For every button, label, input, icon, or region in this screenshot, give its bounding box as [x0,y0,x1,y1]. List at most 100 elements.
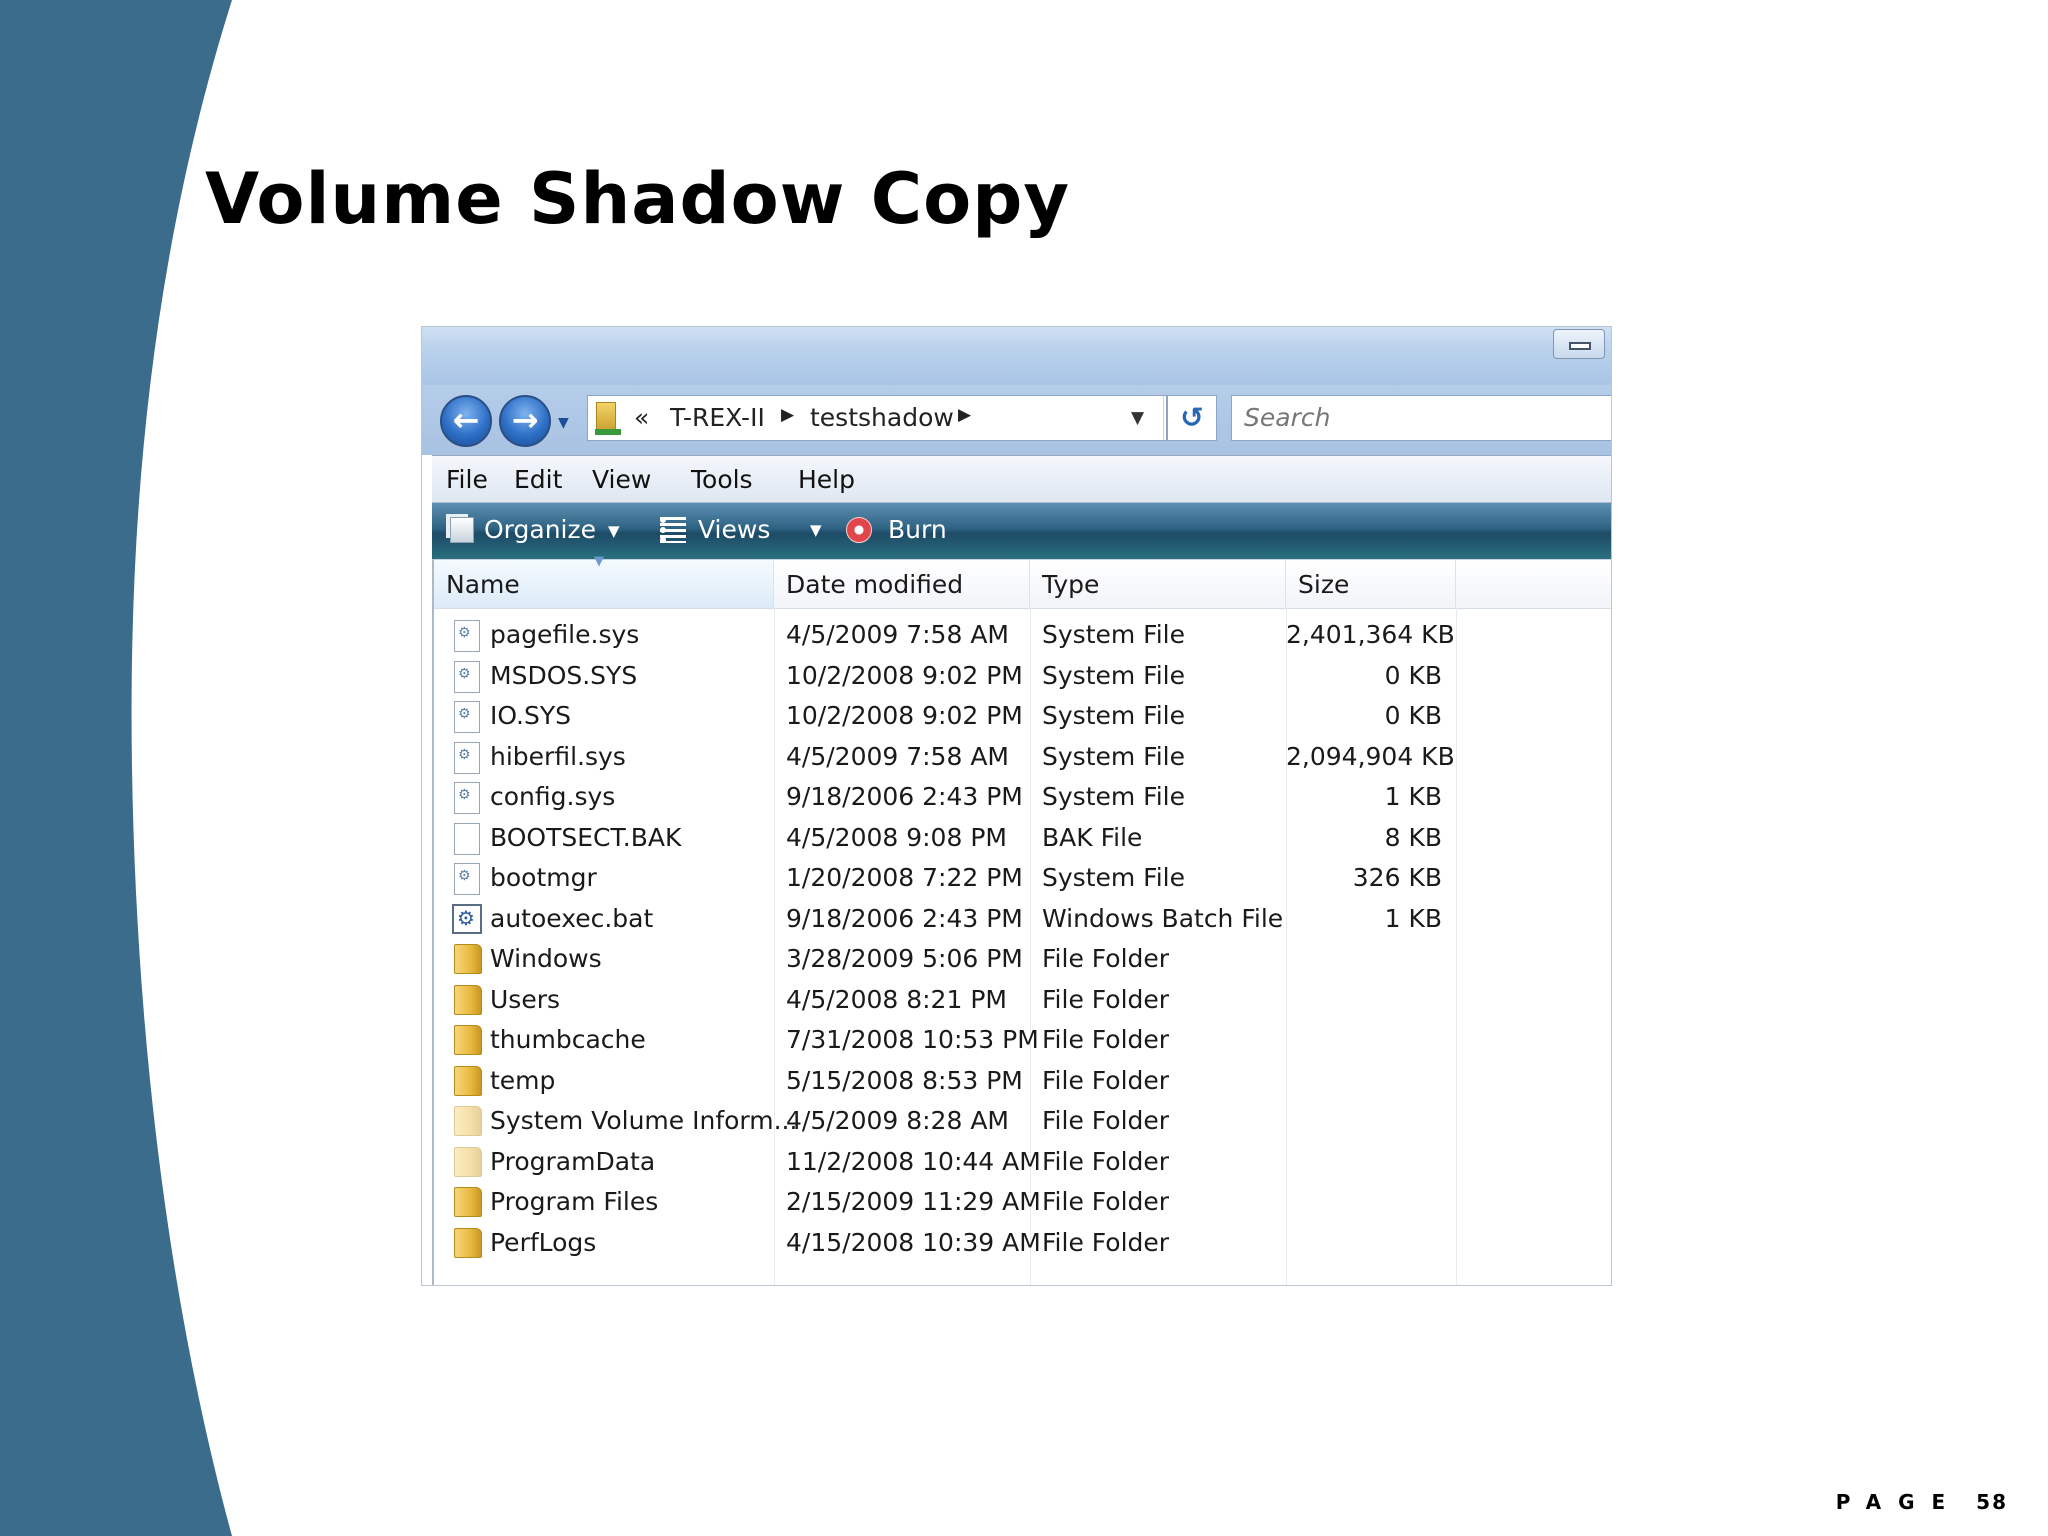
file-size: 1 KB [1384,903,1442,933]
back-button[interactable]: ← [440,395,492,447]
views-button[interactable]: Views [660,515,770,544]
file-row[interactable]: Users 4/5/2008 8:21 PM File Folder [434,981,1611,1021]
folder-icon [454,1146,482,1177]
file-row[interactable]: pagefile.sys 4/5/2009 7:58 AM System File 2… [434,616,1611,656]
burn-disc-icon [846,517,872,543]
burn-button[interactable]: Burn [846,515,947,544]
menu-edit[interactable]: Edit [514,465,562,494]
file-row[interactable]: BOOTSECT.BAK 4/5/2008 9:08 PM BAK File 8 KB [434,819,1611,859]
file-type: File Folder [1042,1187,1170,1216]
file-date-modified: 7/31/2008 10:53 PM [786,1025,1039,1054]
file-date-modified: 1/20/2008 7:22 PM [786,863,1023,892]
forward-button[interactable]: → [499,395,551,447]
folder-icon [454,1187,482,1217]
file-name: Users [490,984,561,1014]
batch-file-icon [452,903,482,934]
file-row[interactable]: Program Files 2/15/2009 11:29 AM File Fold… [434,1183,1611,1223]
organize-button[interactable]: Organize ▼ [450,515,620,544]
column-header-date[interactable]: Date modified [774,560,1030,608]
organize-label: Organize [484,515,596,544]
file-name: thumbcache [490,1025,646,1054]
file-size: 0 KB [1384,660,1442,690]
organize-icon [450,517,474,543]
file-name: BOOTSECT.BAK [490,822,682,852]
file-type: File Folder [1042,1065,1170,1095]
file-date-modified: 10/2/2008 9:02 PM [786,701,1023,730]
file-type: File Folder [1042,1146,1170,1176]
file-type: System File [1042,782,1186,811]
column-header-name[interactable]: ▼ Name [434,554,774,608]
file-row[interactable]: PerfLogs 4/15/2008 10:39 AM File Folder [434,1224,1611,1264]
menu-file[interactable]: File [446,465,488,494]
address-separator-arrow-icon[interactable]: ▶ [958,405,971,425]
file-size: 1 KB [1384,782,1442,811]
file-type: File Folder [1042,1025,1170,1054]
minimize-button[interactable] [1553,329,1605,359]
file-row[interactable]: System Volume Inform... 4/5/2009 8:28 AM F… [434,1102,1611,1142]
refresh-button[interactable]: ↺ [1167,395,1217,441]
search-input[interactable]: Search [1231,395,1611,441]
system-file-icon [454,620,480,652]
file-name: IO.SYS [490,701,571,730]
file-name: temp [490,1065,556,1095]
file-size: 326 KB [1352,863,1442,892]
address-overflow-chevrons[interactable]: « [634,403,649,432]
file-row[interactable]: bootmgr 1/20/2008 7:22 PM System File 326 K… [434,859,1611,899]
menu-help[interactable]: Help [798,465,855,494]
menu-tools[interactable]: Tools [691,465,753,494]
slide-title: Volume Shadow Copy [205,158,1070,240]
address-segment-computer[interactable]: T-REX-II [670,403,765,432]
file-row[interactable]: MSDOS.SYS 10/2/2008 9:02 PM System File 0 K… [434,657,1611,697]
page-number: 58 [1976,1490,2008,1514]
file-row[interactable]: IO.SYS 10/2/2008 9:02 PM System File 0 KB [434,697,1611,737]
file-row[interactable]: ProgramData 11/2/2008 10:44 AM File Folder [434,1143,1611,1183]
file-date-modified: 5/15/2008 8:53 PM [786,1065,1023,1095]
address-separator-arrow-icon[interactable]: ▶ [781,405,794,425]
file-date-modified: 4/5/2009 8:28 AM [786,1106,1009,1135]
address-history-dropdown-icon[interactable]: ▼ [1131,408,1144,428]
recent-pages-dropdown-icon[interactable]: ▼ [558,415,569,431]
menu-view[interactable]: View [592,465,651,494]
file-type: File Folder [1042,1227,1170,1257]
file-type: System File [1042,701,1186,730]
file-row[interactable]: hiberfil.sys 4/5/2009 7:58 AM System File 2… [434,738,1611,778]
file-row[interactable]: autoexec.bat 9/18/2006 2:43 PM Windows Bat… [434,900,1611,940]
views-label: Views [698,515,771,544]
file-size: 0 KB [1384,701,1442,730]
location-icon [595,402,621,435]
file-date-modified: 4/5/2009 7:58 AM [786,620,1009,649]
file-date-modified: 4/5/2008 9:08 PM [786,822,1007,852]
views-icon [660,517,686,543]
file-date-modified: 4/5/2008 8:21 PM [786,984,1007,1014]
file-type: Windows Batch File [1042,903,1284,933]
file-date-modified: 11/2/2008 10:44 AM [786,1146,1041,1176]
address-divider [1163,396,1164,440]
system-file-icon [454,741,480,774]
file-name: pagefile.sys [490,620,640,649]
column-header-name-label: Name [446,570,520,599]
burn-label: Burn [888,515,947,544]
explorer-window: ← → ▼ « T-REX-II ▶ testshadow ▶ ▼ ↺ Sear… [421,326,1612,1286]
file-date-modified: 9/18/2006 2:43 PM [786,782,1023,811]
views-caret-icon[interactable]: ▼ [810,521,822,539]
column-header-size[interactable]: Size [1286,560,1456,608]
folder-icon [454,984,482,1015]
menu-bar: File Edit View Tools Help [432,455,1611,503]
file-row[interactable]: config.sys 9/18/2006 2:43 PM System File 1 … [434,778,1611,818]
file-row[interactable]: temp 5/15/2008 8:53 PM File Folder [434,1062,1611,1102]
file-list: ▼ Name Date modified Type Size pagefile.… [432,554,1611,1285]
file-row[interactable]: Windows 3/28/2009 5:06 PM File Folder [434,940,1611,980]
file-date-modified: 9/18/2006 2:43 PM [786,903,1023,933]
file-name: autoexec.bat [490,903,654,933]
file-size: 8 KB [1384,822,1442,852]
file-name: Windows [490,944,602,973]
address-segment-folder[interactable]: testshadow [810,403,954,432]
address-bar[interactable]: « T-REX-II ▶ testshadow ▶ ▼ [587,395,1167,441]
column-header-type[interactable]: Type [1030,560,1286,608]
organize-caret-icon: ▼ [608,522,620,540]
page-label: PAGE [1835,1490,1963,1514]
file-row[interactable]: thumbcache 7/31/2008 10:53 PM File Folder [434,1021,1611,1061]
system-file-icon [454,782,480,814]
folder-icon [454,944,482,974]
forward-arrow-icon: → [511,401,539,439]
